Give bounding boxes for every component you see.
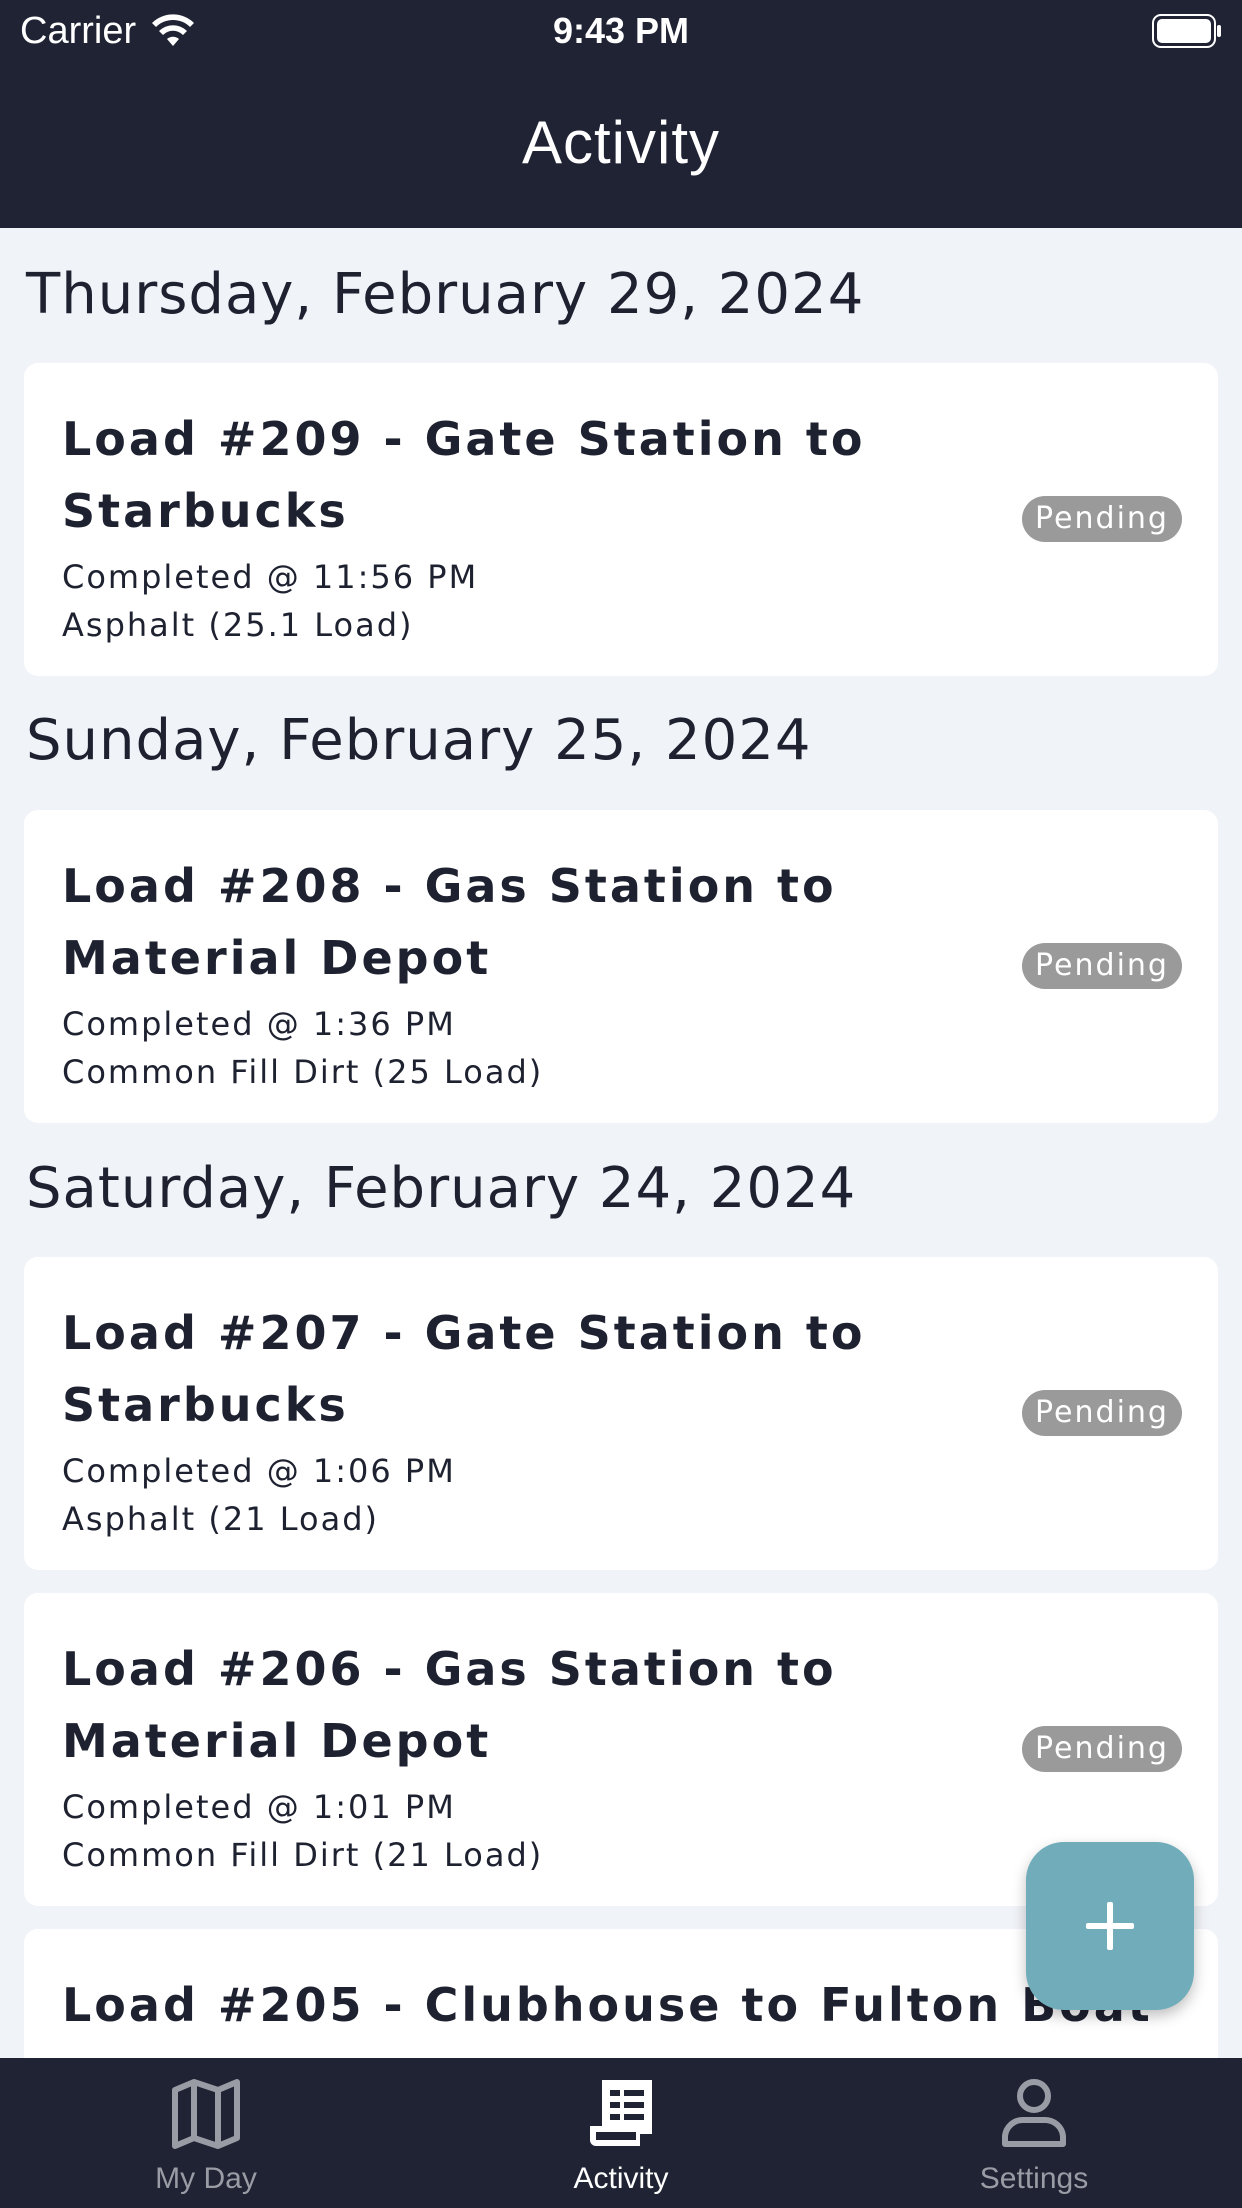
load-card[interactable]: Load #209 - Gate Station to Starbucks Co… bbox=[24, 363, 1218, 676]
tab-label: Activity bbox=[573, 2162, 669, 2195]
date-heading: Thursday, February 29, 2024 bbox=[26, 262, 865, 327]
tab-my-day[interactable]: My Day bbox=[56, 2058, 356, 2208]
tab-label: Settings bbox=[979, 2162, 1089, 2195]
date-heading: Sunday, February 25, 2024 bbox=[26, 708, 812, 773]
page-title: Activity bbox=[521, 109, 721, 176]
status-badge: Pending bbox=[1022, 1726, 1182, 1772]
load-material: Asphalt (25.1 Load) bbox=[62, 606, 414, 644]
plus-icon bbox=[1086, 1902, 1134, 1950]
load-material: Common Fill Dirt (25 Load) bbox=[62, 1053, 544, 1091]
top-bar: Carrier 9:43 PM Activity bbox=[0, 0, 1242, 228]
tab-label: My Day bbox=[155, 2162, 257, 2195]
status-badge: Pending bbox=[1022, 1390, 1182, 1436]
receipt-icon bbox=[590, 2080, 652, 2146]
status-badge: Pending bbox=[1022, 496, 1182, 542]
load-completed-time: Completed @ 1:01 PM bbox=[62, 1788, 456, 1826]
load-title: Load #206 - Gas Station to Material Depo… bbox=[62, 1642, 837, 1768]
battery-icon bbox=[1152, 14, 1221, 48]
tab-settings[interactable]: Settings bbox=[884, 2058, 1184, 2208]
status-badge: Pending bbox=[1022, 943, 1182, 989]
activity-list[interactable]: Thursday, February 29, 2024 Load #209 - … bbox=[0, 228, 1242, 2058]
map-icon bbox=[172, 2079, 240, 2149]
load-card[interactable]: Load #208 - Gas Station to Material Depo… bbox=[24, 810, 1218, 1123]
status-bar: Carrier 9:43 PM bbox=[0, 0, 1242, 62]
load-material: Asphalt (21 Load) bbox=[62, 1500, 379, 1538]
load-title: Load #205 - Clubhouse to Fulton Boat R..… bbox=[62, 1978, 1150, 2058]
load-completed-time: Completed @ 11:56 PM bbox=[62, 558, 479, 596]
load-completed-time: Completed @ 1:36 PM bbox=[62, 1005, 456, 1043]
person-icon bbox=[1002, 2079, 1066, 2147]
load-completed-time: Completed @ 1:06 PM bbox=[62, 1452, 456, 1490]
load-title: Load #209 - Gate Station to Starbucks bbox=[62, 412, 866, 538]
date-heading: Saturday, February 24, 2024 bbox=[26, 1156, 857, 1221]
load-title: Load #208 - Gas Station to Material Depo… bbox=[62, 859, 837, 985]
status-time: 9:43 PM bbox=[552, 10, 690, 51]
load-title: Load #207 - Gate Station to Starbucks bbox=[62, 1306, 866, 1432]
load-card[interactable]: Load #207 - Gate Station to Starbucks Co… bbox=[24, 1257, 1218, 1570]
tab-bar: My Day Activity Settings bbox=[0, 2058, 1242, 2208]
load-material: Common Fill Dirt (21 Load) bbox=[62, 1836, 544, 1874]
add-load-button[interactable] bbox=[1026, 1842, 1194, 2010]
tab-activity[interactable]: Activity bbox=[471, 2058, 771, 2208]
